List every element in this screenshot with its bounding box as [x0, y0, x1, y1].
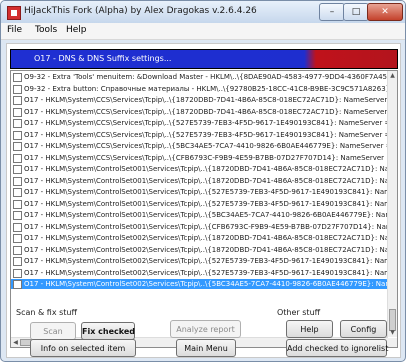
item-checkbox[interactable]: [13, 142, 22, 151]
minimize-button[interactable]: –: [319, 3, 345, 21]
item-checkbox[interactable]: [13, 234, 22, 243]
list-item[interactable]: O17 - HKLM\System\ControlSet001\Services…: [11, 187, 387, 197]
item-checkbox[interactable]: [13, 84, 22, 94]
item-text: O17 - HKLM\System\CCS\Services\Tcpip\..\…: [24, 96, 387, 104]
item-checkbox[interactable]: [13, 73, 22, 82]
list-item[interactable]: O17 - HKLM\System\ControlSet001\Services…: [11, 164, 387, 174]
list-item[interactable]: O17 - HKLM\System\CCS\Services\Tcpip\..\…: [11, 141, 387, 151]
item-checkbox[interactable]: [13, 107, 22, 117]
list-item[interactable]: O17 - HKLM\System\ControlSet001\Services…: [11, 210, 387, 220]
main-panel: O17 - DNS & DNS Suffix settings... O9-32…: [6, 43, 401, 358]
item-text: O17 - HKLM\System\CCS\Services\Tcpip\..\…: [24, 130, 387, 139]
other-stuff-label: Other stuff: [277, 308, 321, 317]
info-selected-button[interactable]: Info on selected item: [30, 339, 136, 357]
scroll-up-arrow-icon[interactable]: ▲: [388, 71, 397, 80]
scan-results-list[interactable]: O9-32 - Extra 'Tools' menuitem: &Downloa…: [10, 70, 398, 348]
list-item[interactable]: O9-32 - Extra 'Tools' menuitem: &Downloa…: [11, 72, 387, 82]
item-text: O17 - HKLM\System\CCS\Services\Tcpip\..\…: [24, 119, 387, 127]
list-item[interactable]: O17 - HKLM\System\CCS\Services\Tcpip\..\…: [11, 107, 387, 117]
item-checkbox[interactable]: [13, 96, 22, 105]
item-text: O17 - HKLM\System\ControlSet001\Services…: [24, 222, 387, 231]
section-banner: O17 - DNS & DNS Suffix settings...: [10, 49, 398, 69]
list-item[interactable]: O9-32 - Extra button: Справочные материа…: [11, 84, 387, 94]
item-text: O9-32 - Extra 'Tools' menuitem: &Downloa…: [24, 73, 387, 81]
list-item[interactable]: O17 - HKLM\System\CCS\Services\Tcpip\..\…: [11, 95, 387, 105]
list-item[interactable]: O17 - HKLM\System\ControlSet002\Services…: [11, 245, 387, 255]
scroll-down-arrow-icon[interactable]: ▼: [388, 328, 397, 337]
item-checkbox[interactable]: [13, 268, 22, 278]
close-button[interactable]: ✕: [367, 3, 403, 21]
list-item[interactable]: O17 - HKLM\System\ControlSet001\Services…: [11, 199, 387, 209]
list-item[interactable]: O17 - HKLM\System\CCS\Services\Tcpip\..\…: [11, 118, 387, 128]
list-item[interactable]: O17 - HKLM\System\CCS\Services\Tcpip\..\…: [11, 153, 387, 163]
item-checkbox[interactable]: [13, 222, 22, 232]
vertical-scrollbar[interactable]: ▲ ▼: [387, 71, 397, 337]
item-checkbox[interactable]: [13, 165, 22, 174]
app-icon: [7, 6, 21, 20]
list-item[interactable]: O17 - HKLM\System\ControlSet002\Services…: [11, 233, 387, 243]
item-text: O17 - HKLM\System\ControlSet002\Services…: [24, 280, 387, 288]
item-checkbox[interactable]: [13, 257, 22, 266]
item-text: O17 - HKLM\System\ControlSet001\Services…: [24, 211, 387, 219]
item-checkbox[interactable]: [13, 130, 22, 140]
list-item[interactable]: O17 - HKLM\System\ControlSet002\Services…: [11, 268, 387, 278]
config-button[interactable]: Config: [340, 320, 387, 338]
list-item[interactable]: O17 - HKLM\System\ControlSet001\Services…: [11, 222, 387, 232]
scroll-left-arrow-icon[interactable]: ◀: [11, 338, 20, 347]
menu-file[interactable]: File: [7, 25, 22, 35]
item-checkbox[interactable]: [13, 153, 22, 163]
item-checkbox[interactable]: [13, 211, 22, 220]
scrollbar-corner: [388, 338, 397, 347]
analyze-report-button[interactable]: Analyze report: [170, 320, 241, 338]
list-item[interactable]: O17 - HKLM\System\ControlSet001\Services…: [11, 176, 387, 186]
item-text: O17 - HKLM\System\CCS\Services\Tcpip\..\…: [24, 107, 387, 116]
item-checkbox[interactable]: [13, 176, 22, 186]
item-text: O9-32 - Extra button: Справочные материа…: [24, 84, 387, 93]
window-title: HiJackThis Fork (Alpha) by Alex Dragokas…: [24, 6, 257, 16]
item-checkbox[interactable]: [13, 188, 22, 197]
scan-fix-label: Scan & fix stuff: [16, 308, 77, 317]
scan-button[interactable]: Scan: [30, 322, 76, 340]
banner-text: O17 - DNS & DNS Suffix settings...: [34, 54, 172, 63]
item-text: O17 - HKLM\System\ControlSet002\Services…: [24, 268, 387, 277]
item-text: O17 - HKLM\System\ControlSet001\Services…: [24, 165, 387, 173]
list-item[interactable]: O17 - HKLM\System\CCS\Services\Tcpip\..\…: [11, 130, 387, 140]
help-button[interactable]: Help: [286, 320, 333, 338]
item-checkbox[interactable]: [13, 119, 22, 128]
item-text: O17 - HKLM\System\ControlSet001\Services…: [24, 176, 387, 185]
item-checkbox[interactable]: [13, 199, 22, 209]
maximize-button[interactable]: □: [343, 3, 369, 21]
item-text: O17 - HKLM\System\ControlSet001\Services…: [24, 188, 387, 196]
menu-bar: File Tools Help: [1, 23, 405, 40]
item-checkbox[interactable]: [13, 245, 22, 255]
list-item[interactable]: O17 - HKLM\System\ControlSet002\Services…: [11, 256, 387, 266]
menu-help[interactable]: Help: [66, 25, 87, 35]
item-text: O17 - HKLM\System\ControlSet002\Services…: [24, 245, 387, 254]
item-text: O17 - HKLM\System\CCS\Services\Tcpip\..\…: [24, 142, 387, 150]
fix-checked-button[interactable]: Fix checked: [81, 322, 135, 340]
app-window: HiJackThis Fork (Alpha) by Alex Dragokas…: [0, 0, 406, 362]
add-ignorelist-button[interactable]: Add checked to ignorelist: [286, 339, 388, 357]
item-text: O17 - HKLM\System\ControlSet002\Services…: [24, 234, 387, 242]
menu-tools[interactable]: Tools: [35, 25, 57, 35]
title-bar: HiJackThis Fork (Alpha) by Alex Dragokas…: [1, 1, 405, 23]
list-item[interactable]: O17 - HKLM\System\ControlSet002\Services…: [11, 279, 387, 289]
item-text: O17 - HKLM\System\ControlSet001\Services…: [24, 199, 387, 208]
item-checkbox[interactable]: [13, 280, 22, 289]
item-text: O17 - HKLM\System\ControlSet002\Services…: [24, 257, 387, 265]
main-menu-button[interactable]: Main Menu: [176, 339, 236, 357]
item-text: O17 - HKLM\System\CCS\Services\Tcpip\..\…: [24, 153, 387, 162]
